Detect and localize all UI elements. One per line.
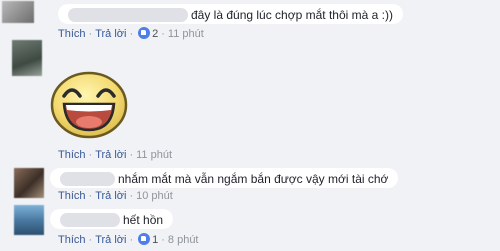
comment-text: hết hồn — [123, 212, 164, 227]
reply-link[interactable]: Trả lời — [95, 149, 126, 161]
comment-text: đây là đúng lúc chợp mắt thôi mà a :)) — [191, 7, 393, 22]
like-link[interactable]: Thích — [58, 28, 86, 40]
tongue — [76, 116, 102, 128]
like-count[interactable]: 2 — [152, 28, 158, 40]
like-link[interactable]: Thích — [58, 234, 86, 246]
like-link[interactable]: Thích — [58, 190, 86, 202]
like-count[interactable]: 1 — [152, 234, 158, 246]
avatar[interactable] — [12, 40, 42, 76]
separator: · — [88, 149, 93, 161]
timestamp[interactable]: 11 phút — [136, 149, 172, 161]
like-badge-icon[interactable] — [138, 27, 151, 39]
separator: · — [161, 28, 165, 40]
teeth — [66, 105, 112, 112]
redacted-name — [60, 212, 120, 227]
separator: · — [88, 28, 93, 40]
redacted-name — [60, 171, 115, 186]
like-badge-icon[interactable] — [138, 233, 151, 245]
separator: · — [88, 234, 93, 246]
separator: · — [129, 234, 134, 246]
separator: · — [129, 190, 134, 202]
comment-bubble: nhắm mắt mà vẫn ngắm bắn được vậy mới tà… — [50, 168, 399, 188]
reply-link[interactable]: Trả lời — [95, 190, 126, 202]
timestamp[interactable]: 11 phút — [168, 28, 204, 40]
comment-actions: Thích · Trả lời · 2 · 11 phút — [58, 27, 204, 41]
separator: · — [161, 234, 165, 246]
avatar[interactable] — [2, 1, 34, 23]
redacted-name — [68, 7, 188, 22]
timestamp[interactable]: 8 phút — [168, 234, 199, 246]
reply-link[interactable]: Trả lời — [95, 234, 126, 246]
avatar[interactable] — [14, 168, 44, 198]
comment-actions: Thích · Trả lời · 1 · 8 phút — [58, 233, 199, 247]
avatar[interactable] — [14, 205, 44, 235]
comment-bubble: đây là đúng lúc chợp mắt thôi mà a :)) — [58, 4, 403, 24]
timestamp[interactable]: 10 phút — [136, 190, 173, 202]
reply-link[interactable]: Trả lời — [95, 28, 126, 40]
comment-text: nhắm mắt mà vẫn ngắm bắn được vậy mới tà… — [118, 171, 389, 186]
separator: · — [129, 149, 134, 161]
comment-bubble: hết hồn — [50, 209, 174, 229]
separator: · — [129, 28, 134, 40]
separator: · — [88, 190, 93, 202]
comment-actions: Thích · Trả lời · 10 phút — [58, 189, 173, 203]
grinning-face-sticker — [50, 71, 128, 139]
like-link[interactable]: Thích — [58, 149, 86, 161]
comment-actions: Thích · Trả lời · 11 phút — [58, 148, 172, 162]
